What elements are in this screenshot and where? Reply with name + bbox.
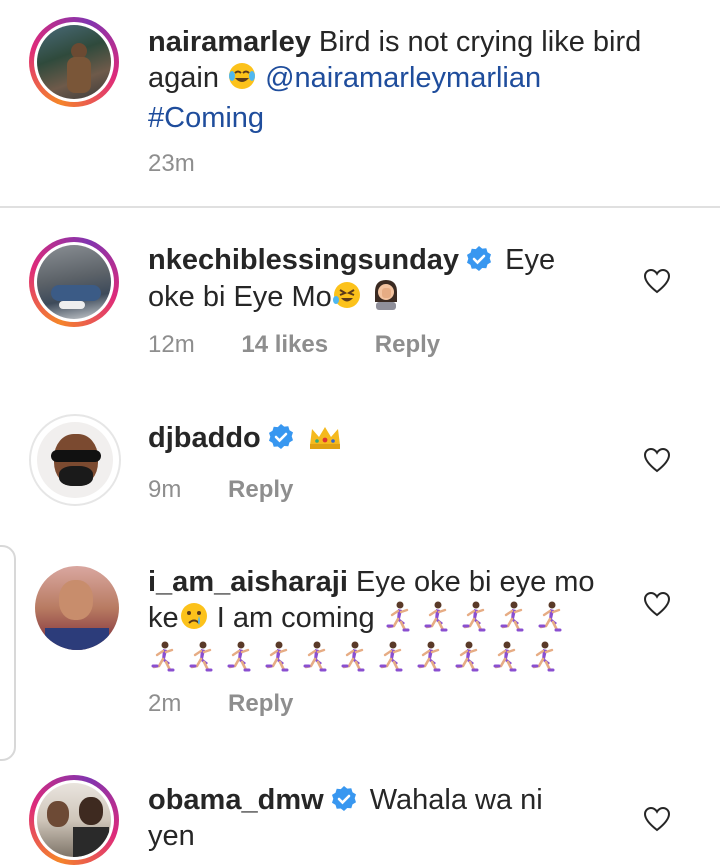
- comment-time: 2m: [148, 690, 182, 717]
- comment-body-line1: Wahala wa ni: [369, 784, 543, 816]
- caption-mention[interactable]: @nairamarleymarlian: [265, 62, 541, 94]
- comment-meta: 12m 14 likes Reply: [148, 331, 480, 359]
- woman-running-emoji: [148, 641, 178, 673]
- woman-facepalming-emoji: [370, 278, 402, 319]
- caption-avatar[interactable]: [29, 17, 119, 107]
- running-emoji-row: [383, 601, 573, 634]
- comment-avatar[interactable]: [35, 566, 119, 650]
- verified-badge-icon: [330, 785, 358, 813]
- caption-username[interactable]: nairamarley: [148, 26, 311, 58]
- comment-avatar[interactable]: [29, 775, 119, 865]
- heart-icon[interactable]: [643, 806, 671, 832]
- comment-text: djbaddo: [148, 420, 628, 460]
- comment-body-line2: oke bi Eye Mo: [148, 281, 332, 313]
- caption-time: 23m: [148, 150, 195, 177]
- woman-running-emoji: [262, 641, 292, 673]
- divider: [0, 206, 720, 208]
- woman-running-emoji: [535, 601, 565, 633]
- woman-running-emoji: [490, 641, 520, 673]
- woman-running-emoji: [528, 641, 558, 673]
- woman-running-emoji: [300, 641, 330, 673]
- woman-running-emoji: [186, 641, 216, 673]
- avatar-photo: [35, 566, 119, 650]
- caption-hashtag[interactable]: #Coming: [148, 102, 264, 134]
- woman-running-emoji: [414, 641, 444, 673]
- reply-button[interactable]: Reply: [228, 690, 293, 717]
- comment-avatar[interactable]: [29, 237, 119, 327]
- comment-username[interactable]: obama_dmw: [148, 784, 324, 816]
- comment-username[interactable]: i_am_aisharaji: [148, 566, 348, 598]
- comment-body-line1: Eye: [505, 244, 556, 276]
- rolling-on-floor-laughing-emoji: [332, 280, 362, 319]
- woman-running-emoji: [224, 641, 254, 673]
- comment-time: 9m: [148, 476, 182, 503]
- comment-body-line2: yen: [148, 820, 195, 852]
- heart-icon[interactable]: [643, 591, 671, 617]
- comment-time: 12m: [148, 331, 195, 358]
- crown-emoji: [307, 423, 343, 460]
- woman-running-emoji: [338, 641, 368, 673]
- comment-username[interactable]: djbaddo: [148, 422, 261, 454]
- comment-text: nkechiblessingsunday Eye oke bi Eye Mo: [148, 242, 628, 319]
- caption-meta: 23m: [148, 150, 235, 178]
- woman-running-emoji: [459, 601, 489, 633]
- avatar-photo: [37, 422, 113, 498]
- comment-likes[interactable]: 14 likes: [241, 331, 328, 358]
- woman-running-emoji: [376, 641, 406, 673]
- comment-body-ke: ke: [148, 602, 179, 634]
- reply-button[interactable]: Reply: [228, 476, 293, 503]
- avatar-photo: [37, 25, 111, 99]
- heart-icon[interactable]: [643, 268, 671, 294]
- comment-meta: 9m Reply: [148, 476, 333, 504]
- comment-text: obama_dmw Wahala wa ni yen: [148, 782, 628, 854]
- comment-avatar[interactable]: [29, 414, 121, 506]
- avatar-photo: [37, 783, 111, 857]
- tears-of-joy-emoji: [227, 61, 257, 100]
- reply-button[interactable]: Reply: [375, 331, 440, 358]
- side-drawer-handle[interactable]: [0, 545, 16, 761]
- caption-text: nairamarley Bird is not crying like bird…: [148, 24, 688, 136]
- crying-face-emoji: [179, 601, 209, 640]
- woman-running-emoji: [383, 601, 413, 633]
- woman-running-emoji: [452, 641, 482, 673]
- verified-badge-icon: [267, 423, 295, 451]
- verified-badge-icon: [465, 245, 493, 273]
- comment-body-after: I am coming: [216, 602, 375, 634]
- comment-body-line1: Eye oke bi eye mo: [355, 566, 595, 598]
- comment-text: i_am_aisharaji Eye oke bi eye mo ke I am…: [148, 564, 628, 676]
- heart-icon[interactable]: [643, 447, 671, 473]
- comment-username[interactable]: nkechiblessingsunday: [148, 244, 459, 276]
- woman-running-emoji: [421, 601, 451, 633]
- woman-running-emoji: [497, 601, 527, 633]
- avatar-photo: [37, 245, 111, 319]
- running-emoji-row: [148, 641, 566, 674]
- comment-meta: 2m Reply: [148, 690, 333, 718]
